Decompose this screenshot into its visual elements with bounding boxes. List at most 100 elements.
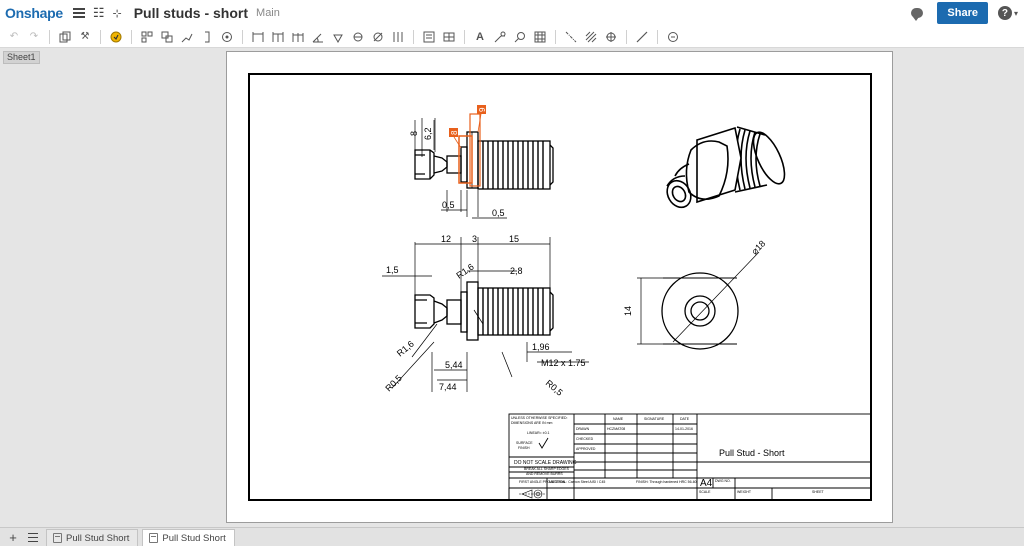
feature-list-icon[interactable]: ☷ xyxy=(93,5,105,21)
detail-view-icon[interactable] xyxy=(219,30,235,44)
dim-2-8[interactable]: 2,8 xyxy=(510,266,523,276)
callout-icon[interactable] xyxy=(492,30,508,44)
surface-finish-icon xyxy=(538,437,549,449)
tb-col-signature: SIGNATURE xyxy=(644,417,665,421)
toolbar-divider xyxy=(49,29,50,44)
tb-material: MATERIAL: Carbon Steel AISI / C45 xyxy=(549,480,605,484)
angle-dimension-icon[interactable] xyxy=(310,30,326,44)
section-view-icon[interactable] xyxy=(179,30,195,44)
tb-drawn-date: 14-01-2016 xyxy=(675,427,693,431)
projected-view-icon[interactable] xyxy=(139,30,155,44)
sheet-size: A4 xyxy=(700,478,713,489)
branch-label[interactable]: Main xyxy=(256,7,280,19)
table-icon[interactable] xyxy=(441,30,457,44)
menu-icon[interactable] xyxy=(72,8,85,18)
radial-dimension-icon[interactable] xyxy=(330,30,346,44)
ordinate-dimension-icon[interactable] xyxy=(390,30,406,44)
dim-15[interactable]: 15 xyxy=(509,234,519,244)
linear-dimension-icon[interactable] xyxy=(250,30,266,44)
part-studio-icon xyxy=(53,533,62,543)
update-icon[interactable] xyxy=(108,30,124,44)
auxiliary-view-icon[interactable] xyxy=(159,30,175,44)
side-view-dimensions xyxy=(382,237,589,392)
grid-table-icon[interactable] xyxy=(532,30,548,44)
dim-0-5-right[interactable]: 0,5 xyxy=(492,208,505,218)
more-tools-icon[interactable] xyxy=(665,30,681,44)
dim-12[interactable]: 12 xyxy=(441,234,451,244)
balloon-icon[interactable] xyxy=(512,30,528,44)
drawing-canvas: 8 6,2 0,5 0,5 8 9 12 3 15 1,5 R1,6 2,8 R… xyxy=(248,73,872,501)
dim-6-2[interactable]: 6,2 xyxy=(423,127,433,140)
toolbar-divider xyxy=(100,29,101,44)
first-angle-projection-icon xyxy=(519,489,545,499)
undo-icon[interactable]: ↶ xyxy=(6,30,22,44)
tb-finish: FINISH xyxy=(518,446,530,450)
tab-label: Pull Stud Short xyxy=(66,532,130,544)
dim-0-5-left[interactable]: 0,5 xyxy=(442,200,455,210)
tab-part-studio[interactable]: Pull Stud Short xyxy=(46,529,139,546)
dim-r0-5-left[interactable]: R0,5 xyxy=(383,373,404,394)
dim-1-5[interactable]: 1,5 xyxy=(386,265,399,275)
onshape-logo[interactable]: Onshape xyxy=(5,5,63,21)
balloon-9-label: 9 xyxy=(478,107,487,112)
wrench-icon[interactable]: ⚒ xyxy=(77,30,93,44)
tb-drawn-name: HCZMAT08 xyxy=(607,427,625,431)
tb-unless: UNLESS OTHERWISE SPECIFIED: xyxy=(511,416,568,420)
isometric-view[interactable] xyxy=(662,126,790,212)
tb-col-date: DATE xyxy=(680,417,690,421)
chevron-down-icon[interactable]: ▾ xyxy=(1014,9,1018,18)
tb-row-checked: CHECKED xyxy=(576,437,594,441)
balloon-8-label: 8 xyxy=(450,130,459,135)
text-icon[interactable]: A xyxy=(472,30,488,44)
break-view-icon[interactable] xyxy=(199,30,215,44)
redo-icon[interactable]: ↷ xyxy=(26,30,42,44)
tab-list-icon[interactable] xyxy=(28,533,38,542)
tb-col-name: NAME xyxy=(613,417,624,421)
end-view[interactable] xyxy=(661,272,739,350)
dim-1-96[interactable]: 1,96 xyxy=(532,342,550,352)
dim-7-44[interactable]: 7,44 xyxy=(439,382,457,392)
tb-weight: WEIGHT xyxy=(737,490,752,494)
line-icon[interactable] xyxy=(634,30,650,44)
front-view-top[interactable] xyxy=(414,113,554,190)
toolbar-divider xyxy=(555,29,556,44)
side-view[interactable] xyxy=(414,281,554,341)
drawing-title[interactable]: Pull Stud - Short xyxy=(719,448,785,458)
dim-r1-6-top[interactable]: R1,6 xyxy=(454,262,475,281)
comment-icon[interactable] xyxy=(911,8,924,21)
hatch-icon[interactable] xyxy=(583,30,599,44)
tb-dwg-no: DWG NO. xyxy=(715,479,731,483)
tb-linear: LINEAR= ±0.1 xyxy=(527,431,549,435)
document-title[interactable]: Pull studs - short xyxy=(134,5,248,21)
drawing-sheet[interactable]: 8 6,2 0,5 0,5 8 9 12 3 15 1,5 R1,6 2,8 R… xyxy=(226,51,893,523)
tab-drawing[interactable]: Pull Stud Short xyxy=(142,529,235,546)
centerline-icon[interactable] xyxy=(563,30,579,44)
tb-break: BREAK ALL SHARP EDGES xyxy=(524,467,570,471)
insert-view-icon[interactable] xyxy=(57,30,73,44)
dim-5-44[interactable]: 5,44 xyxy=(445,360,463,370)
baseline-dimension-icon[interactable] xyxy=(270,30,286,44)
tb-surface: SURFACE xyxy=(516,441,533,445)
toolbar-divider xyxy=(413,29,414,44)
chain-dimension-icon[interactable] xyxy=(290,30,306,44)
dim-8[interactable]: 8 xyxy=(409,131,419,136)
dim-dia-18[interactable]: ⌀18 xyxy=(749,238,767,256)
add-tab-icon[interactable]: + xyxy=(6,530,20,545)
hole-table-icon[interactable] xyxy=(421,30,437,44)
dim-3[interactable]: 3 xyxy=(472,234,477,244)
help-icon[interactable]: ? xyxy=(997,6,1012,20)
dim-14[interactable]: 14 xyxy=(623,306,633,316)
share-button[interactable]: Share xyxy=(937,2,988,24)
diameter-dimension-icon[interactable] xyxy=(350,30,366,44)
dim-r0-5-right[interactable]: R0,5 xyxy=(544,378,565,398)
toolbar-divider xyxy=(657,29,658,44)
diameter-slash-icon[interactable] xyxy=(370,30,386,44)
dim-m12[interactable]: M12 x 1.75 xyxy=(541,358,586,368)
tb-burrs: AND REMOVE BURRS xyxy=(526,472,563,476)
toolbar-divider xyxy=(242,29,243,44)
sheet-tab[interactable]: Sheet1 xyxy=(3,51,40,64)
drawing-border xyxy=(248,73,872,501)
center-mark-icon[interactable] xyxy=(603,30,619,44)
toolbar-divider xyxy=(131,29,132,44)
insert-icon[interactable]: ⊹ xyxy=(112,7,121,20)
